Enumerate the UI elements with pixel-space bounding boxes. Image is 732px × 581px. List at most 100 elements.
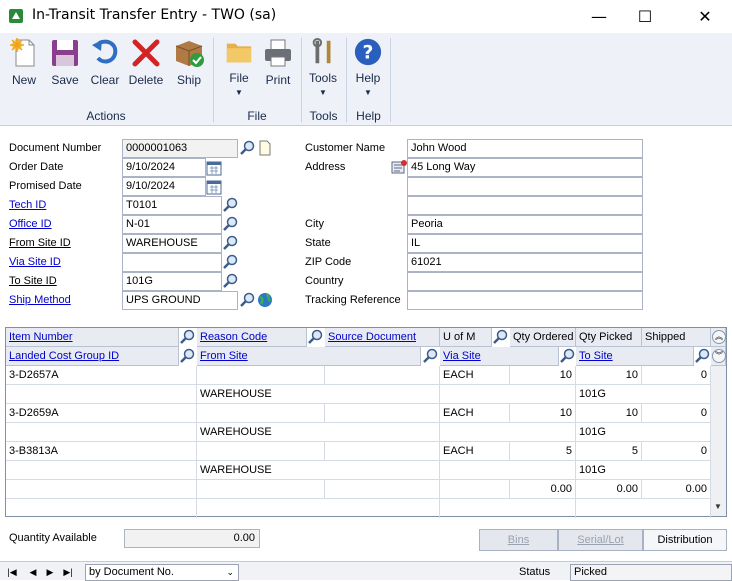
- lookup-icon[interactable]: [223, 254, 239, 270]
- order-date-field[interactable]: 9/10/2024: [122, 158, 206, 177]
- via-site-id-link[interactable]: Via Site ID: [6, 253, 61, 272]
- lookup-icon[interactable]: [695, 348, 711, 364]
- cell-via-site[interactable]: [440, 499, 576, 518]
- distribution-button[interactable]: Distribution: [643, 529, 727, 551]
- col-source-document[interactable]: Source Document: [325, 328, 440, 347]
- calendar-icon[interactable]: [206, 160, 222, 176]
- cell-reason-code[interactable]: [197, 404, 325, 423]
- cell-from-site[interactable]: WAREHOUSE: [197, 385, 440, 404]
- help-menu-button[interactable]: ? Help ▼: [349, 37, 387, 97]
- cell-source-document[interactable]: [325, 442, 440, 461]
- cell-qty-picked[interactable]: 0.00: [576, 480, 642, 499]
- cell-item-number[interactable]: 3-D2657A: [6, 366, 197, 385]
- col-reason-code[interactable]: Reason Code: [197, 328, 307, 347]
- first-record-button[interactable]: |◀: [6, 566, 18, 578]
- cell-u-of-m[interactable]: [440, 480, 510, 499]
- cell-source-document[interactable]: [325, 480, 440, 499]
- lookup-icon[interactable]: [223, 216, 239, 232]
- address-line1-field[interactable]: 45 Long Way: [407, 158, 643, 177]
- office-id-field[interactable]: N-01: [122, 215, 222, 234]
- expand-icon[interactable]: ︾: [712, 349, 726, 363]
- lookup-icon[interactable]: [223, 235, 239, 251]
- cell-qty-ordered[interactable]: 5: [510, 442, 576, 461]
- lookup-icon[interactable]: [180, 329, 196, 345]
- ship-button[interactable]: Ship: [170, 37, 208, 97]
- cell-from-site[interactable]: WAREHOUSE: [197, 423, 440, 442]
- last-record-button[interactable]: ▶|: [62, 566, 74, 578]
- state-field[interactable]: IL: [407, 234, 643, 253]
- cell-via-site[interactable]: [440, 385, 576, 404]
- ship-method-field[interactable]: UPS GROUND: [122, 291, 238, 310]
- scroll-down-icon[interactable]: ▼: [714, 502, 722, 511]
- col-landed-cost-group-id[interactable]: Landed Cost Group ID: [6, 347, 179, 366]
- previous-record-button[interactable]: ◀: [27, 566, 39, 578]
- col-from-site[interactable]: From Site: [197, 347, 421, 366]
- address-line3-field[interactable]: [407, 196, 643, 215]
- cell-u-of-m[interactable]: EACH: [440, 442, 510, 461]
- cell-u-of-m[interactable]: EACH: [440, 404, 510, 423]
- lookup-icon[interactable]: [223, 273, 239, 289]
- cell-to-site[interactable]: 101G: [576, 423, 711, 442]
- cell-landed-cost-group-id[interactable]: [6, 385, 197, 404]
- to-site-id-field[interactable]: 101G: [122, 272, 222, 291]
- cell-source-document[interactable]: [325, 366, 440, 385]
- cell-shipped[interactable]: 0: [642, 442, 711, 461]
- cell-shipped[interactable]: 0: [642, 366, 711, 385]
- lookup-icon[interactable]: [240, 292, 256, 308]
- cell-via-site[interactable]: [440, 461, 576, 480]
- city-field[interactable]: Peoria: [407, 215, 643, 234]
- maximize-button[interactable]: ☐: [622, 0, 668, 32]
- cell-to-site[interactable]: 101G: [576, 385, 711, 404]
- zip-code-field[interactable]: 61021: [407, 253, 643, 272]
- clear-button[interactable]: Clear: [86, 37, 124, 97]
- bins-button[interactable]: Bins: [479, 529, 558, 551]
- grid-scrollbar[interactable]: ▼: [711, 366, 726, 516]
- tech-id-link[interactable]: Tech ID: [6, 196, 46, 215]
- cell-reason-code[interactable]: [197, 480, 325, 499]
- cell-shipped[interactable]: 0.00: [642, 480, 711, 499]
- from-site-id-field[interactable]: WAREHOUSE: [122, 234, 222, 253]
- tracking-reference-field[interactable]: [407, 291, 643, 310]
- cell-from-site[interactable]: WAREHOUSE: [197, 461, 440, 480]
- cell-shipped[interactable]: 0: [642, 404, 711, 423]
- lookup-icon[interactable]: [560, 348, 576, 364]
- tools-menu-button[interactable]: Tools ▼: [304, 37, 342, 97]
- cell-item-number[interactable]: [6, 480, 197, 499]
- cell-reason-code[interactable]: [197, 366, 325, 385]
- lookup-icon[interactable]: [493, 329, 509, 345]
- cell-landed-cost-group-id[interactable]: [6, 499, 197, 518]
- cell-to-site[interactable]: 101G: [576, 461, 711, 480]
- lookup-icon[interactable]: [223, 197, 239, 213]
- next-record-button[interactable]: ▶: [44, 566, 56, 578]
- cell-via-site[interactable]: [440, 423, 576, 442]
- ship-method-link[interactable]: Ship Method: [6, 291, 71, 310]
- delete-button[interactable]: Delete: [126, 37, 166, 97]
- col-item-number[interactable]: Item Number: [6, 328, 179, 347]
- cell-source-document[interactable]: [325, 404, 440, 423]
- cell-qty-ordered[interactable]: 10: [510, 404, 576, 423]
- lookup-icon[interactable]: [180, 348, 196, 364]
- cell-qty-picked[interactable]: 10: [576, 404, 642, 423]
- globe-icon[interactable]: [257, 292, 273, 308]
- address-icon[interactable]: [391, 159, 407, 175]
- promised-date-field[interactable]: 9/10/2024: [122, 177, 206, 196]
- cell-qty-ordered[interactable]: 0.00: [510, 480, 576, 499]
- cell-to-site[interactable]: [576, 499, 711, 518]
- lookup-icon[interactable]: [308, 329, 324, 345]
- note-icon[interactable]: [257, 140, 273, 156]
- cell-item-number[interactable]: 3-D2659A: [6, 404, 197, 423]
- document-number-field[interactable]: 0000001063: [122, 139, 238, 158]
- country-field[interactable]: [407, 272, 643, 291]
- sort-by-select[interactable]: by Document No. ⌄: [85, 564, 239, 581]
- cell-landed-cost-group-id[interactable]: [6, 423, 197, 442]
- cell-item-number[interactable]: 3-B3813A: [6, 442, 197, 461]
- cell-qty-picked[interactable]: 5: [576, 442, 642, 461]
- print-button[interactable]: Print: [259, 37, 297, 97]
- save-button[interactable]: Save: [47, 37, 83, 97]
- lookup-icon[interactable]: [240, 140, 256, 156]
- collapse-icon[interactable]: ︽: [712, 330, 726, 344]
- minimize-button[interactable]: —: [576, 0, 622, 32]
- col-to-site[interactable]: To Site: [576, 347, 694, 366]
- cell-u-of-m[interactable]: EACH: [440, 366, 510, 385]
- serial-lot-button[interactable]: Serial/Lot: [558, 529, 643, 551]
